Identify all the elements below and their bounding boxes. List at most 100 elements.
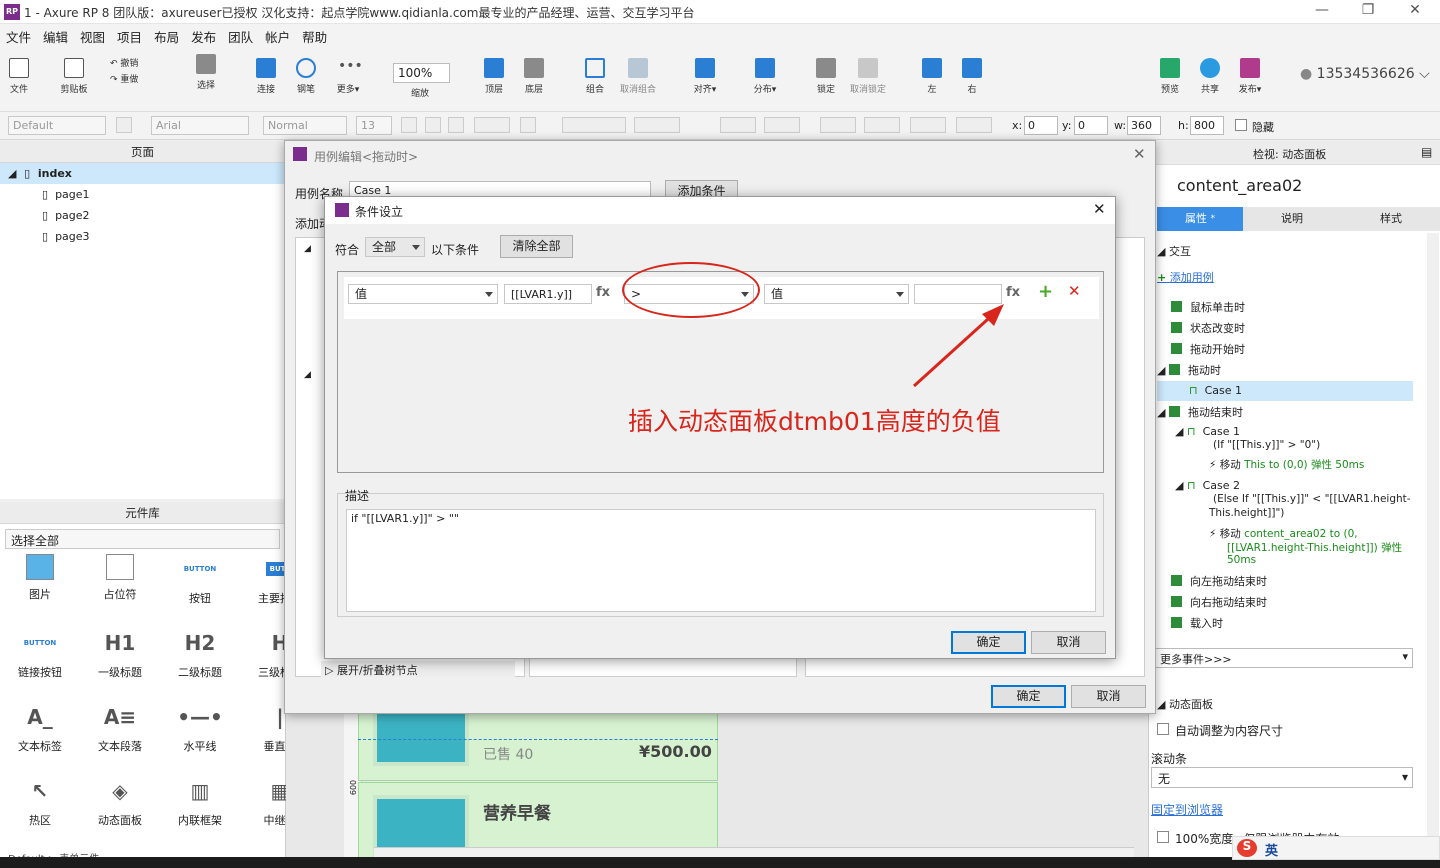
underline-button[interactable]	[448, 117, 464, 133]
case-drag-1[interactable]: ⊓ Case 1	[1189, 384, 1242, 397]
bullet-button[interactable]	[520, 117, 536, 133]
case-dragend-1[interactable]: ◢ ⊓ Case 1	[1175, 425, 1240, 438]
pin-to-browser-link[interactable]: 固定到浏览器	[1151, 801, 1223, 818]
lhs-value-input[interactable]: [[LVAR1.y]]	[504, 284, 592, 304]
font-color-button[interactable]	[474, 117, 510, 133]
lhs-fx-button[interactable]: fx	[596, 285, 610, 300]
widget-item[interactable]: 图片	[0, 554, 80, 602]
collapse-icon[interactable]: ◢	[304, 370, 311, 380]
action-move-2[interactable]: ⚡ 移动 content_area02 to (0,	[1209, 526, 1358, 541]
event-onstatechange[interactable]: 状态改变时	[1171, 320, 1245, 336]
publish-tool[interactable]: 发布▾	[1234, 58, 1266, 95]
scrollbar-select[interactable]: 无 ▾	[1151, 767, 1413, 788]
widget-name[interactable]: content_area02	[1177, 176, 1302, 195]
preview-tool[interactable]: 预览	[1156, 58, 1184, 95]
widget-item[interactable]: 占位符	[80, 554, 160, 602]
w-input[interactable]: 360	[1127, 116, 1161, 135]
lock-tool[interactable]: 锁定	[812, 58, 840, 95]
close-window-button[interactable]: ✕	[1395, 2, 1435, 22]
widget-item[interactable]: •—• 水平线	[160, 702, 240, 754]
font-select[interactable]: Arial	[151, 116, 249, 135]
event-onswipeleft[interactable]: 向左拖动结束时	[1171, 573, 1267, 589]
auto-fit-checkbox[interactable]	[1157, 723, 1169, 735]
left-tool[interactable]: 左	[918, 58, 946, 95]
style-select[interactable]: Default	[8, 116, 106, 135]
widget-item[interactable]: H1 一级标题	[80, 628, 160, 680]
user-account[interactable]: ● 13534536626 ⌵	[1300, 66, 1430, 82]
widget-item[interactable]: ▥ 内联框架	[160, 776, 240, 828]
rhs-type-select[interactable]: 值	[764, 284, 909, 304]
h-input[interactable]: 800	[1190, 116, 1224, 135]
widget-item[interactable]: BUTTON 链接按钮	[0, 628, 80, 680]
close-icon[interactable]: ✕	[1133, 145, 1146, 163]
minimize-button[interactable]: —	[1302, 2, 1342, 22]
line-width-button[interactable]	[864, 117, 900, 133]
pen-tool[interactable]: 钢笔	[292, 58, 320, 95]
page-index[interactable]: ◢ ▯ index	[0, 163, 285, 184]
undo-button[interactable]: ↶ 撤销	[110, 56, 150, 69]
case-ok-button[interactable]: 确定	[991, 685, 1066, 708]
case-dragend-2[interactable]: ◢ ⊓ Case 2	[1175, 479, 1240, 492]
tab-properties[interactable]: 属性 *	[1157, 207, 1243, 231]
delete-row-icon[interactable]: ✕	[1068, 282, 1081, 300]
widget-item[interactable]: BUTTON 按钮	[160, 554, 240, 606]
shadow-button[interactable]	[764, 117, 800, 133]
y-input[interactable]: 0	[1074, 116, 1108, 135]
event-ondrag[interactable]: ◢ 拖动时	[1157, 362, 1221, 378]
close-icon[interactable]: ✕	[1093, 200, 1106, 218]
align-tool[interactable]: 对齐▾	[688, 58, 722, 95]
x-input[interactable]: 0	[1024, 116, 1058, 135]
case-cancel-button[interactable]: 取消	[1071, 685, 1146, 708]
widget-item[interactable]: ◈ 动态面板	[80, 776, 160, 828]
send-to-back-tool[interactable]: 底层	[520, 58, 548, 95]
file-tool[interactable]: 文件	[6, 58, 32, 95]
font-size-select[interactable]: 13	[356, 116, 392, 135]
more-events-select[interactable]: 更多事件>>> ▾	[1155, 648, 1413, 668]
distribute-tool[interactable]: 分布▾	[748, 58, 782, 95]
page-page1[interactable]: ▯ page1	[0, 184, 285, 205]
unlock-tool[interactable]: 取消锁定	[848, 58, 888, 95]
event-ondragend[interactable]: ◢ 拖动结束时	[1157, 404, 1243, 420]
tree-toggle[interactable]: ▷ 展开/折叠树节点	[321, 661, 515, 677]
zoom-select[interactable]: 100%	[393, 63, 450, 83]
width100-checkbox[interactable]	[1157, 831, 1169, 843]
widget-item[interactable]: H2 二级标题	[160, 628, 240, 680]
add-row-icon[interactable]: +	[1038, 281, 1053, 302]
ime-toolbar[interactable]: S 英	[1232, 836, 1440, 860]
action-move-1[interactable]: ⚡ 移动 This to (0,0) 弹性 50ms	[1209, 457, 1364, 472]
library-filter-select[interactable]: 选择全部	[5, 529, 280, 549]
event-onclick[interactable]: 鼠标单击时	[1171, 299, 1245, 315]
restore-button[interactable]: ❐	[1348, 2, 1388, 22]
widget-item[interactable]: ↖ 热区	[0, 776, 80, 828]
page-page3[interactable]: ▯ page3	[0, 226, 285, 247]
line-style-button[interactable]	[910, 117, 946, 133]
widget-item[interactable]: A_ 文本标签	[0, 702, 80, 754]
event-onload[interactable]: 载入时	[1171, 615, 1223, 631]
line-color-button[interactable]	[820, 117, 856, 133]
collapse-icon[interactable]: ◢	[304, 244, 311, 254]
right-tool[interactable]: 右	[958, 58, 986, 95]
clipboard-tool[interactable]: 剪贴板	[56, 58, 92, 95]
tab-style[interactable]: 样式	[1341, 207, 1440, 231]
inspector-scrollbar[interactable]	[1427, 233, 1439, 863]
add-case-link[interactable]: + 添加用例	[1157, 269, 1214, 285]
match-select[interactable]: 全部	[365, 237, 425, 257]
clear-all-button[interactable]: 清除全部	[500, 235, 573, 258]
condition-ok-button[interactable]: 确定	[951, 631, 1026, 654]
bring-to-front-tool[interactable]: 顶层	[480, 58, 508, 95]
vertical-align-group[interactable]	[634, 117, 680, 133]
redo-button[interactable]: ↷ 重做	[110, 72, 150, 85]
connect-tool[interactable]: 连接	[252, 58, 280, 95]
event-ondragstart[interactable]: 拖动开始时	[1171, 341, 1245, 357]
select-tool[interactable]: 选择	[176, 54, 236, 91]
more-tool[interactable]: ••• 更多▾	[332, 58, 364, 95]
condition-cancel-button[interactable]: 取消	[1031, 631, 1106, 654]
share-tool[interactable]: 共享	[1196, 58, 1224, 95]
font-weight-select[interactable]: Normal	[263, 116, 347, 135]
text-align-group[interactable]	[562, 117, 626, 133]
lhs-type-select[interactable]: 值	[348, 284, 498, 304]
group-tool[interactable]: 组合	[580, 58, 610, 95]
note-icon[interactable]: ▤	[1421, 145, 1432, 159]
description-textarea[interactable]: if "[[LVAR1.y]]" > ""	[346, 509, 1096, 612]
widget-item[interactable]: A≡ 文本段落	[80, 702, 160, 754]
